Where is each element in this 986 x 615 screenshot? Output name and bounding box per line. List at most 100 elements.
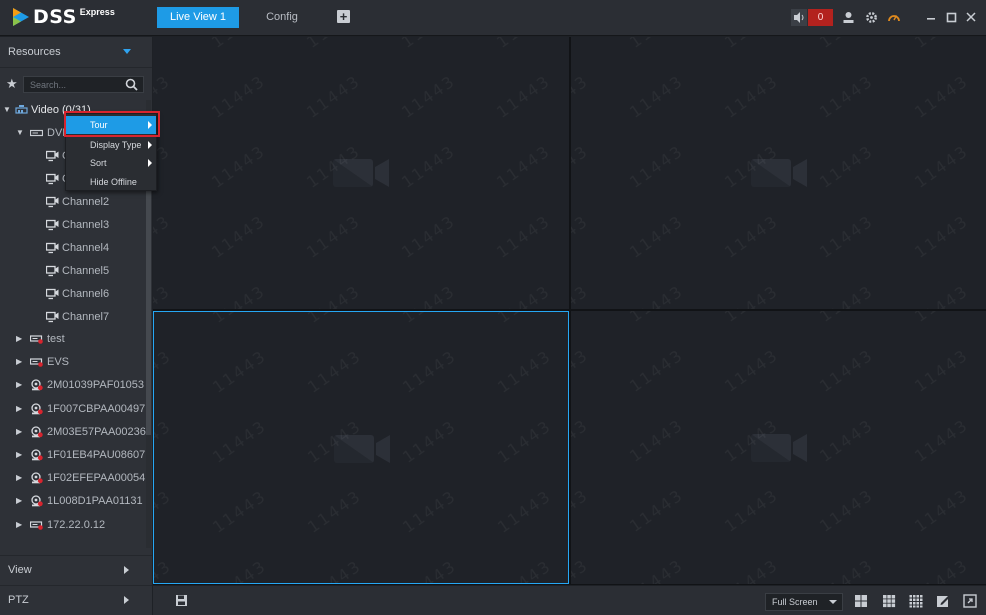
layout-9-icon[interactable] [909,594,923,608]
channel-camera-icon [46,242,59,254]
video-window[interactable]: 11443 11443 11443 11443 11443 11443 11443 11443… [153,37,569,309]
channel-camera-icon [46,311,59,323]
caret-right-icon[interactable]: ▶ [16,422,24,442]
video-window[interactable]: 11443 11443 11443 11443 11443 11443 11443 11443… [571,37,986,309]
video-window-selected[interactable]: 11443 11443 11443 11443 11443 11443 11443 11443… [153,311,569,584]
search-input[interactable] [30,78,120,91]
video-window[interactable]: 11443 11443 11443 11443 11443 11443 11443 11443… [571,311,986,584]
menu-item-hide-offline[interactable]: Hide Offline [66,173,156,191]
watermark-text: 11443 [816,211,877,262]
watermark-text: 11443 [304,346,365,397]
caret-right-icon[interactable]: ▶ [16,399,24,419]
tree-node-label: EVS [47,356,70,369]
caret-right-icon[interactable]: ▶ [16,375,24,395]
favorite-star-icon[interactable]: ★ [6,76,18,92]
view-panel-tab[interactable]: View [0,555,152,585]
caret-right-icon[interactable]: ▶ [16,491,24,511]
minimize-icon[interactable] [926,9,937,26]
alarm-count-badge: 0 [808,9,833,26]
resources-header[interactable]: Resources [0,37,152,68]
caret-down-icon[interactable]: ▼ [16,123,24,143]
caret-right-icon[interactable]: ▶ [16,352,24,372]
watermark-text: 11443 [721,71,782,122]
watermark-text: 11443 [153,556,175,584]
watermark-text: 11443 [494,312,555,327]
gauge-icon[interactable] [887,9,901,26]
watermark-text: 11443 [911,415,972,466]
watermark-text: 11443 [494,486,555,537]
watermark-text: 11443 [626,141,687,192]
tree-node-label: Channel7 [62,311,110,323]
menu-item-sort[interactable]: Sort [66,154,156,172]
watermark-text: 11443 [911,281,972,309]
tree-node-device[interactable]: ▶ 1F007CBPAA00497 [0,399,146,419]
watermark-text: 11443 [399,486,460,537]
ipc-offline-icon [31,426,43,438]
add-tab-button[interactable]: + [337,10,350,23]
watermark-text: 11443 [626,211,687,262]
edit-layout-icon[interactable] [936,594,950,608]
layout-6-icon[interactable] [882,594,896,608]
tree-node-label: 1L008D1PAA01131 [47,495,143,508]
search-row: ★ [0,75,152,95]
submenu-arrow-icon [148,121,152,129]
resources-title: Resources [8,46,61,58]
tree-node-channel[interactable]: Channel3 [0,215,146,235]
tree-node-channel[interactable]: Channel7 [0,307,146,327]
fullscreen-icon[interactable] [963,594,977,608]
ptz-panel-tab[interactable]: PTZ [0,585,152,615]
watermark-text: 11443 [626,311,687,326]
caret-right-icon[interactable]: ▶ [16,445,24,465]
tab-live-view-1[interactable]: Live View 1 [157,7,239,28]
caret-down-icon[interactable]: ▼ [3,100,11,120]
tree-node-device[interactable]: ▶ 1L008D1PAA01131 [0,491,146,511]
watermark-text: 11443 [626,485,687,536]
chevron-down-icon[interactable] [123,49,131,54]
tree-node-channel[interactable]: Channel6 [0,284,146,304]
tree-node-device[interactable]: ▶ 1F02EFEPAA00054 [0,468,146,488]
layout-4-icon[interactable] [854,594,868,608]
channel-camera-icon [46,173,59,185]
gear-icon[interactable] [865,9,878,26]
tree-node-device[interactable]: ▶ 2M01039PAF01053 [0,375,146,395]
tab-config[interactable]: Config [257,7,307,28]
screen-mode-select[interactable]: Full Screen [765,593,843,611]
chevron-right-icon [124,596,129,604]
menu-item-display-type[interactable]: Display Type [66,136,156,154]
tree-node-device[interactable]: ▶ 2M03E57PAA00236 [0,422,146,442]
caret-right-icon[interactable]: ▶ [16,468,24,488]
tree-node-channel[interactable]: Channel5 [0,261,146,281]
watermark-text: 11443 [153,486,175,537]
tree-node-label: 2M03E57PAA00236 [47,425,146,438]
watermark-text: 11443 [816,345,877,396]
tree-node-device[interactable]: ▶ 1F01EB4PAU08607 [0,445,146,465]
menu-item-tour[interactable]: Tour [66,116,156,134]
channel-camera-icon [46,150,59,162]
close-icon[interactable] [965,9,977,26]
maximize-icon[interactable] [946,9,957,26]
tree-node-device[interactable]: ▶ 172.22.0.12 [0,515,146,535]
watermark-text: 11443 [208,281,269,309]
watermark-text: 11443 [153,211,174,262]
video-placeholder-icon [334,434,390,463]
watermark-text: 11443 [571,37,592,52]
alarm-indicator[interactable]: 0 [791,9,833,26]
watermark-text: 11443 [721,281,782,309]
watermark-text: 11443 [816,555,877,584]
caret-right-icon[interactable]: ▶ [16,329,24,349]
watermark-text: 11443 [816,311,877,326]
tree-node-channel[interactable]: Channel2 [0,192,146,212]
caret-right-icon[interactable]: ▶ [16,515,24,535]
watermark-text: 11443 [911,141,972,192]
tree-node-channel[interactable]: Channel4 [0,238,146,258]
watermark-text: 11443 [911,211,972,262]
channel-camera-icon [46,196,59,208]
app-logo: DSS Express [12,6,115,30]
download-icon[interactable] [842,9,855,26]
tree-node-device[interactable]: ▶ test [0,329,146,349]
save-icon[interactable] [175,594,188,607]
watermark-text: 11443 [494,346,555,397]
watermark-text: 11443 [721,37,782,52]
search-icon[interactable] [125,78,138,91]
tree-node-device[interactable]: ▶ EVS [0,352,146,372]
